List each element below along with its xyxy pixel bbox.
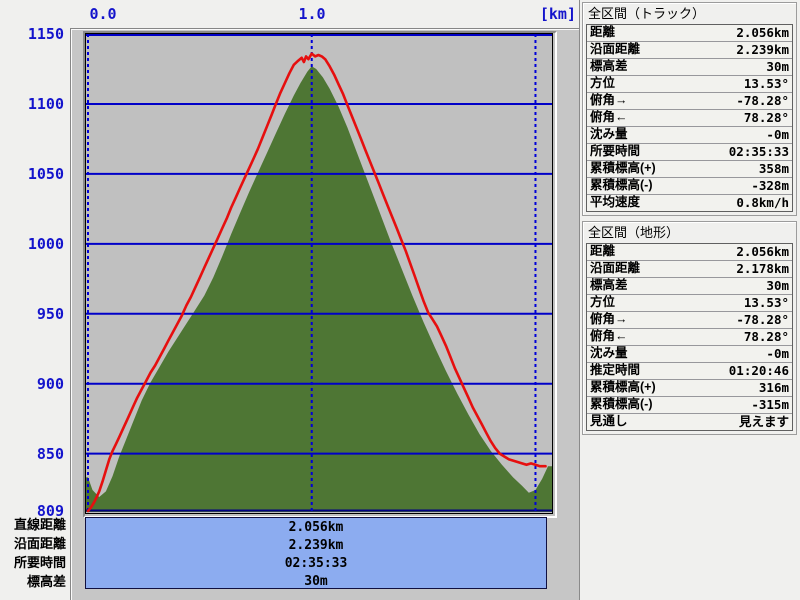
stats-row: 平均速度0.8km/h [587, 195, 792, 211]
stats-row-label: 俯角→ [587, 93, 736, 109]
stats-row-label: 所要時間 [587, 144, 729, 160]
stats-row: 標高差30m [587, 278, 792, 295]
stats-row-label: 見通し [587, 414, 739, 430]
stats-pane: 全区間（トラック）距離2.056km沿面距離2.239km標高差30m方位13.… [579, 0, 800, 600]
stats-row-label: 沈み量 [587, 127, 766, 143]
stats-row-value: 01:20:46 [729, 363, 792, 379]
stats-section-title: 全区間（トラック） [583, 3, 796, 24]
summary-row-label: 沿面距離 [0, 535, 66, 553]
stats-row-label: 沿面距離 [587, 42, 736, 58]
stats-row: 沈み量-0m [587, 127, 792, 144]
stats-table: 距離2.056km沿面距離2.178km標高差30m方位13.53°俯角→-78… [586, 243, 793, 431]
stats-row: 累積標高(-)-315m [587, 397, 792, 414]
stats-row: 所要時間02:35:33 [587, 144, 792, 161]
stats-row-value: 78.28° [744, 329, 792, 345]
y-axis-tick-label: 1100 [0, 96, 64, 112]
stats-row-label: 俯角← [587, 329, 744, 345]
stats-section: 全区間（トラック）距離2.056km沿面距離2.239km標高差30m方位13.… [582, 2, 797, 216]
stats-section-title: 全区間（地形） [583, 222, 796, 243]
summary-row-label: 直線距離 [0, 516, 66, 534]
stats-row-value: 30m [766, 59, 792, 75]
summary-row-label: 所要時間 [0, 554, 66, 572]
stats-row: 沿面距離2.239km [587, 42, 792, 59]
stats-row-label: 沈み量 [587, 346, 766, 362]
chart-pane: 2.056km2.239km02:35:3330m [70, 28, 579, 600]
plot-frame [83, 31, 557, 518]
stats-row-value: 358m [759, 161, 792, 177]
stats-row-value: 02:35:33 [729, 144, 792, 160]
x-axis-unit-label: [km] [538, 6, 576, 22]
stats-row-value: -0m [766, 127, 792, 143]
stats-row-value: -328m [751, 178, 792, 194]
stats-row-label: 俯角→ [587, 312, 736, 328]
stats-row-label: 距離 [587, 244, 736, 260]
y-axis-tick-label: 950 [0, 306, 64, 322]
summary-box: 2.056km2.239km02:35:3330m [85, 517, 547, 589]
stats-row: 推定時間01:20:46 [587, 363, 792, 380]
stats-row-label: 俯角← [587, 110, 744, 126]
y-axis-tick-label: 850 [0, 446, 64, 462]
stats-section: 全区間（地形）距離2.056km沿面距離2.178km標高差30m方位13.53… [582, 221, 797, 435]
stats-row-label: 標高差 [587, 59, 766, 75]
y-axis-tick-label: 1000 [0, 236, 64, 252]
stats-row: 沿面距離2.178km [587, 261, 792, 278]
summary-row-value: 2.239km [86, 537, 546, 555]
stats-row: 距離2.056km [587, 244, 792, 261]
y-axis-tick-label: 1050 [0, 166, 64, 182]
stats-row-value: 0.8km/h [736, 195, 792, 211]
stats-row-value: -78.28° [736, 93, 792, 109]
summary-row-value: 30m [86, 573, 546, 591]
stats-row-value: -0m [766, 346, 792, 362]
stats-row: 沈み量-0m [587, 346, 792, 363]
elevation-profile-window: [km] 0.01.0 1150110010501000950900850809… [0, 0, 800, 600]
stats-row-label: 沿面距離 [587, 261, 736, 277]
stats-row-label: 距離 [587, 25, 736, 41]
stats-row-value: 2.239km [736, 42, 792, 58]
stats-row-value: 30m [766, 278, 792, 294]
stats-table: 距離2.056km沿面距離2.239km標高差30m方位13.53°俯角→-78… [586, 24, 793, 212]
stats-row: 俯角←78.28° [587, 329, 792, 346]
stats-row: 方位13.53° [587, 295, 792, 312]
stats-row-label: 累積標高(-) [587, 178, 751, 194]
stats-row: 距離2.056km [587, 25, 792, 42]
stats-row-value: 316m [759, 380, 792, 396]
stats-row: 累積標高(+)316m [587, 380, 792, 397]
stats-row: 見通し見えます [587, 414, 792, 430]
stats-row: 累積標高(+)358m [587, 161, 792, 178]
stats-row: 累積標高(-)-328m [587, 178, 792, 195]
x-axis-tick-label: 0.0 [88, 6, 118, 22]
stats-row-label: 方位 [587, 76, 744, 92]
stats-row-label: 平均速度 [587, 195, 736, 211]
stats-row-value: -78.28° [736, 312, 792, 328]
stats-row-value: 2.056km [736, 244, 792, 260]
summary-row-value: 02:35:33 [86, 555, 546, 573]
stats-row-value: 見えます [739, 414, 792, 430]
stats-row-label: 累積標高(+) [587, 380, 759, 396]
stats-row-label: 標高差 [587, 278, 766, 294]
stats-row: 標高差30m [587, 59, 792, 76]
summary-row-value: 2.056km [86, 519, 546, 537]
plot-area [85, 33, 553, 514]
stats-row-value: 2.178km [736, 261, 792, 277]
stats-row: 俯角←78.28° [587, 110, 792, 127]
stats-row-value: 13.53° [744, 295, 792, 311]
stats-row-value: 2.056km [736, 25, 792, 41]
stats-row-label: 方位 [587, 295, 744, 311]
y-axis-tick-label: 900 [0, 376, 64, 392]
stats-row-label: 累積標高(+) [587, 161, 759, 177]
stats-row-value: -315m [751, 397, 792, 413]
y-axis-tick-label: 1150 [0, 26, 64, 42]
x-axis-tick-label: 1.0 [297, 6, 327, 22]
stats-row: 俯角→-78.28° [587, 312, 792, 329]
stats-row: 俯角→-78.28° [587, 93, 792, 110]
stats-row-value: 78.28° [744, 110, 792, 126]
stats-row: 方位13.53° [587, 76, 792, 93]
stats-row-value: 13.53° [744, 76, 792, 92]
stats-row-label: 累積標高(-) [587, 397, 751, 413]
stats-row-label: 推定時間 [587, 363, 729, 379]
summary-row-label: 標高差 [0, 573, 66, 591]
elevation-chart [86, 34, 552, 513]
